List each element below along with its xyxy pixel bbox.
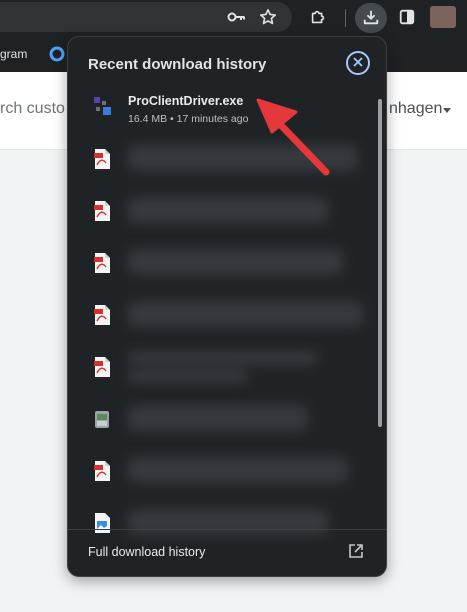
close-button[interactable]	[346, 51, 370, 75]
chevron-down-icon[interactable]	[443, 108, 451, 113]
download-item[interactable]	[68, 141, 378, 193]
side-panel-icon[interactable]	[395, 5, 419, 29]
address-bar[interactable]	[0, 2, 292, 32]
bubble-title: Recent download history	[88, 56, 267, 73]
download-file-name[interactable]: ProClientDriver.exe	[128, 94, 243, 108]
download-list: ProClientDriver.exe 16.4 MB • 17 minutes…	[68, 89, 386, 535]
bookmark-label[interactable]: gram	[0, 47, 27, 61]
account-menu-label[interactable]: nhagen	[389, 100, 442, 118]
download-item[interactable]	[68, 245, 378, 297]
pdf-file-icon	[94, 253, 110, 273]
blurred-file-name	[128, 509, 328, 535]
browser-toolbar	[0, 0, 467, 36]
download-item[interactable]	[68, 297, 378, 349]
pdf-file-icon	[94, 461, 110, 481]
blurred-file-meta	[128, 369, 248, 383]
installer-file-icon	[94, 409, 110, 429]
blurred-file-name	[128, 197, 328, 223]
close-icon[interactable]	[353, 54, 363, 72]
image-file-icon	[94, 513, 110, 533]
download-item[interactable]	[68, 349, 378, 401]
blurred-file-name	[128, 249, 343, 275]
exe-app-icon	[94, 97, 111, 117]
blurred-file-name	[128, 405, 308, 431]
download-history-bubble: Recent download history ProClientDriver.…	[67, 36, 387, 577]
download-item[interactable]	[68, 193, 378, 245]
profile-avatar[interactable]	[430, 6, 456, 28]
scrollbar-thumb[interactable]	[378, 99, 382, 427]
password-key-icon[interactable]	[224, 5, 248, 29]
bookmark-star-icon[interactable]	[256, 5, 280, 29]
open-in-new-tab-icon[interactable]	[348, 543, 366, 561]
bookmark-favicon-icon[interactable]	[49, 46, 65, 62]
extensions-puzzle-icon[interactable]	[306, 5, 330, 29]
download-item[interactable]	[68, 401, 378, 453]
pdf-file-icon	[94, 149, 110, 169]
pdf-file-icon	[94, 305, 110, 325]
download-file-meta: 16.4 MB • 17 minutes ago	[128, 113, 249, 125]
full-download-history-link[interactable]: Full download history	[88, 545, 205, 559]
footer-divider	[68, 529, 386, 530]
blurred-file-name	[128, 457, 348, 483]
blurred-file-name	[128, 351, 318, 365]
blurred-file-name	[128, 145, 358, 171]
download-icon[interactable]	[359, 5, 383, 29]
pdf-file-icon	[94, 201, 110, 221]
download-item[interactable]	[68, 453, 378, 505]
customer-search-input[interactable]: rch custo	[0, 100, 65, 118]
blurred-file-name	[128, 301, 363, 327]
toolbar-separator	[345, 9, 346, 27]
download-item[interactable]: ProClientDriver.exe 16.4 MB • 17 minutes…	[68, 89, 378, 141]
pdf-file-icon	[94, 357, 110, 377]
scrollbar[interactable]	[378, 99, 382, 527]
